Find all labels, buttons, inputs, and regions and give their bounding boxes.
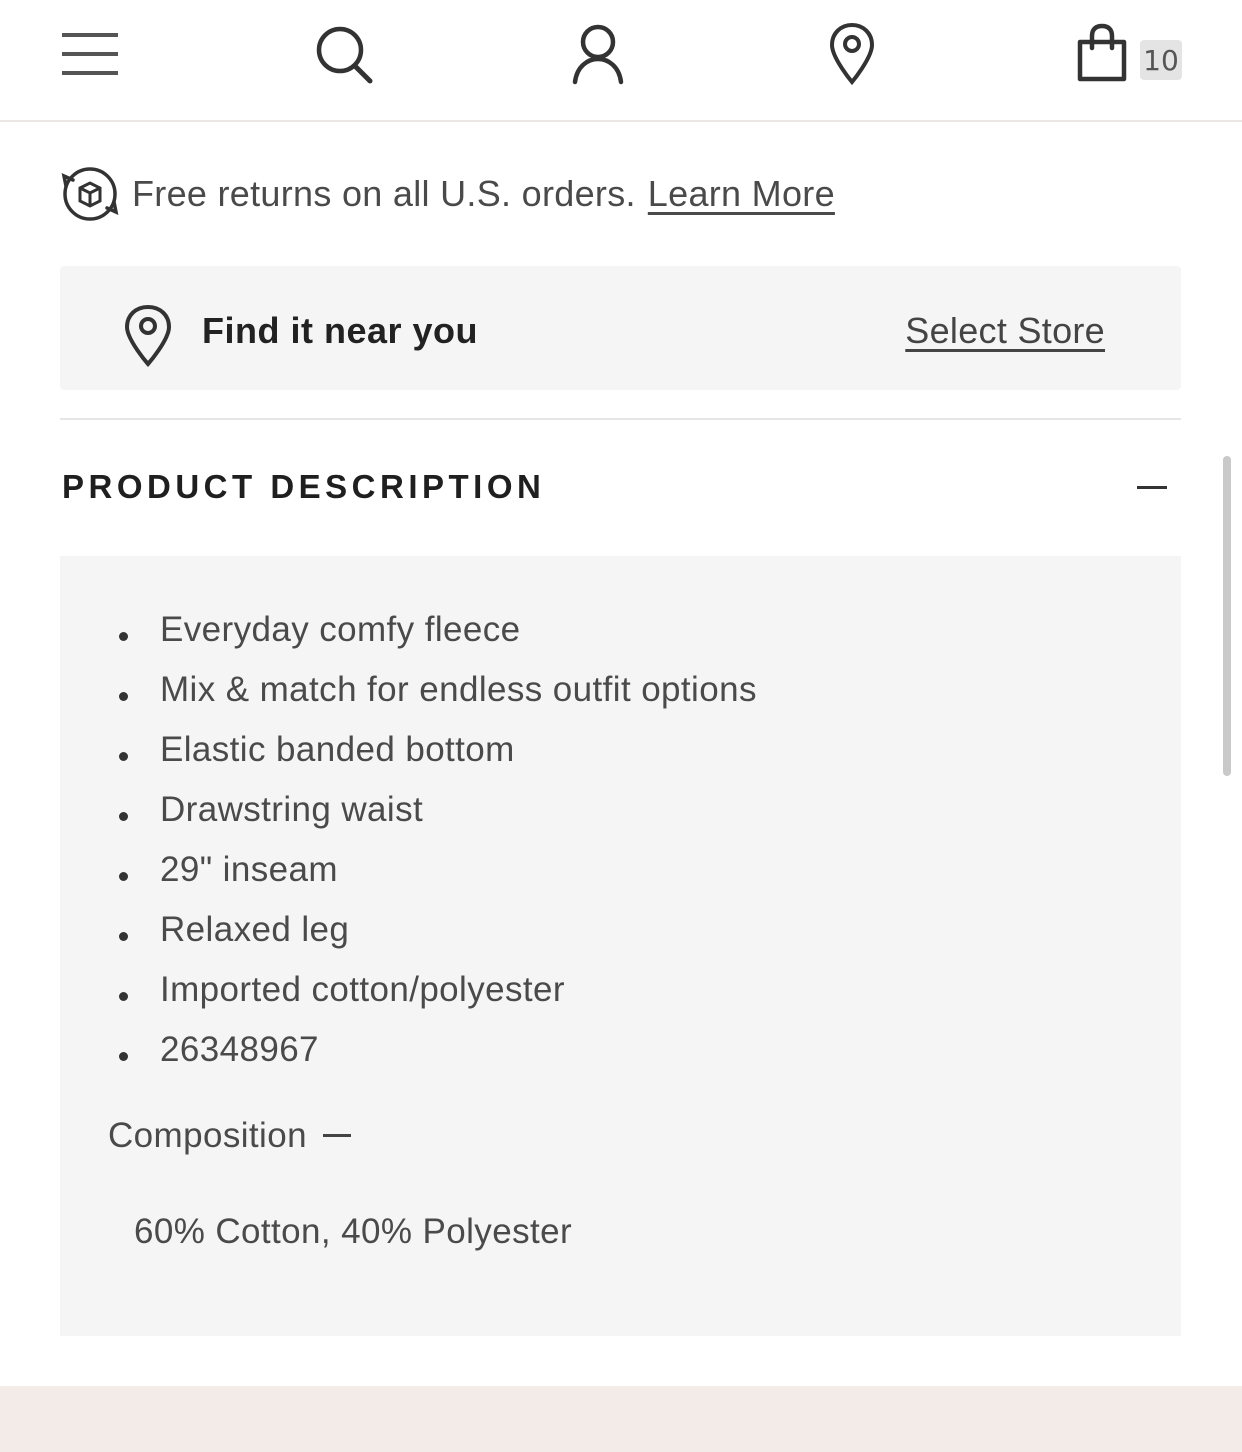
learn-more-link[interactable]: Learn More <box>648 173 835 215</box>
list-item: Relaxed leg <box>60 900 757 960</box>
list-item: Elastic banded bottom <box>60 720 757 780</box>
composition-minus-icon <box>322 1134 351 1138</box>
find-store-panel: Find it near you Select Store <box>60 266 1181 390</box>
find-near-you-label: Find it near you <box>202 310 479 351</box>
search-icon <box>316 26 373 84</box>
list-item: Drawstring waist <box>60 780 757 840</box>
search-button[interactable] <box>308 18 380 90</box>
product-description-accordion-header[interactable]: PRODUCT DESCRIPTION <box>60 440 1181 536</box>
collapse-minus-icon[interactable] <box>1137 486 1167 489</box>
list-item: Mix & match for endless outfit options <box>60 660 757 720</box>
account-icon <box>572 24 624 85</box>
shopping-bag-button[interactable] <box>1066 18 1138 90</box>
location-pin-icon <box>124 304 172 368</box>
store-locator-button[interactable] <box>816 18 888 90</box>
shopping-bag-icon <box>1077 23 1127 82</box>
returns-box-icon <box>61 167 119 221</box>
select-store-link[interactable]: Select Store <box>905 310 1105 352</box>
store-locator-icon <box>829 22 875 86</box>
scrollbar-thumb[interactable] <box>1223 456 1231 776</box>
composition-toggle[interactable]: Composition <box>108 1116 351 1156</box>
list-item: Everyday comfy fleece <box>60 600 757 660</box>
product-description-title: PRODUCT DESCRIPTION <box>62 468 546 505</box>
list-item: Imported cotton/polyester <box>60 960 757 1020</box>
section-divider <box>60 418 1181 420</box>
free-returns-banner: Free returns on all U.S. orders. Learn M… <box>60 164 835 224</box>
list-item: 29" inseam <box>60 840 757 900</box>
account-button[interactable] <box>562 18 634 90</box>
top-navigation: 10 <box>0 0 1242 122</box>
footer-strip <box>0 1386 1242 1452</box>
product-description-panel: Everyday comfy fleece Mix & match for en… <box>60 556 1181 1336</box>
returns-text: Free returns on all U.S. orders. <box>132 173 636 214</box>
composition-value: 60% Cotton, 40% Polyester <box>134 1212 573 1251</box>
menu-button[interactable] <box>54 18 126 90</box>
composition-label: Composition <box>108 1116 307 1155</box>
menu-icon <box>62 33 118 75</box>
list-item: 26348967 <box>60 1020 757 1080</box>
cart-count-badge[interactable]: 10 <box>1140 40 1182 80</box>
product-features-list: Everyday comfy fleece Mix & match for en… <box>60 600 757 1080</box>
